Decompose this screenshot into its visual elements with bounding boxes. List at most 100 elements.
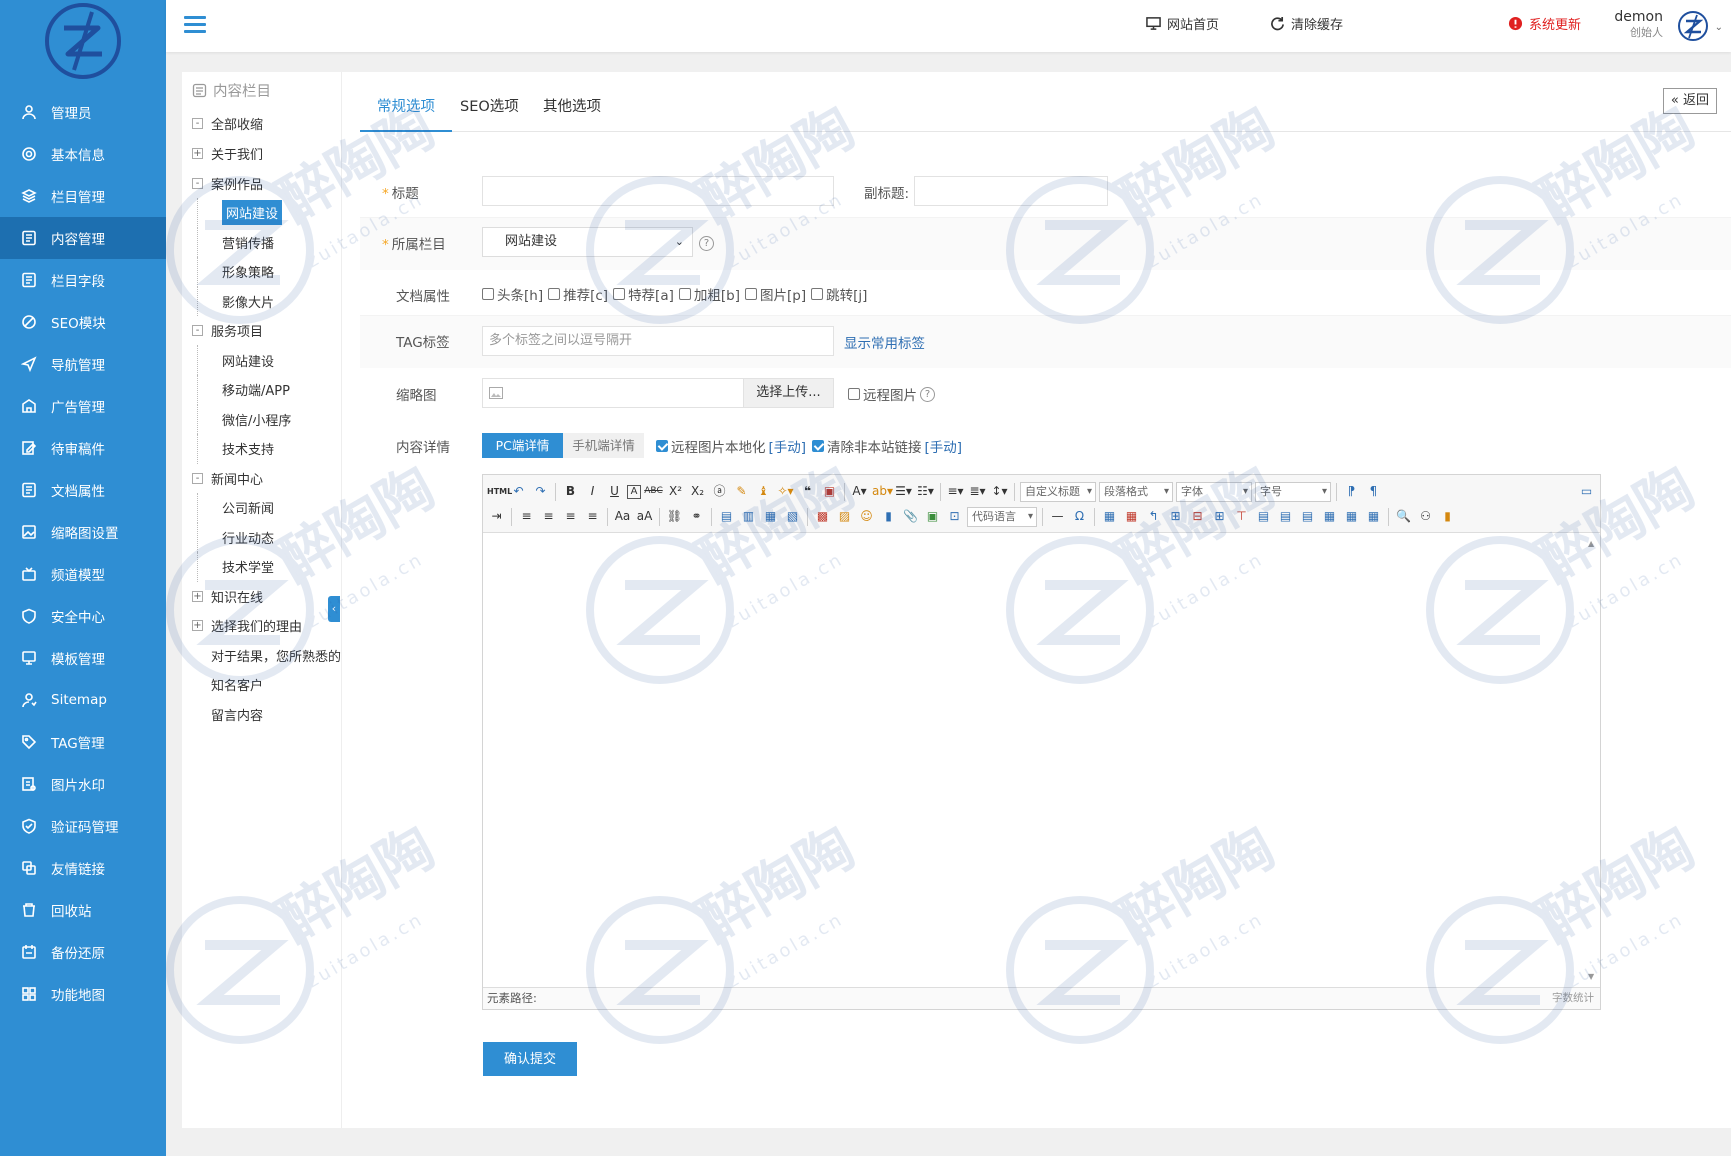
italic-icon[interactable]: I <box>583 482 602 501</box>
to-lowercase-icon[interactable]: aA <box>635 507 654 526</box>
merge-right-icon[interactable]: ▤ <box>1276 507 1295 526</box>
autotypeset-icon[interactable]: ⓐ <box>710 482 729 501</box>
sidebar-item-2[interactable]: 栏目管理 <box>0 175 166 217</box>
tree-item[interactable]: + 关于我们 <box>192 139 341 169</box>
localize-images-checkbox[interactable]: 远程图片本地化 [手动] <box>656 436 806 456</box>
tree-item[interactable]: - 服务项目 <box>192 316 341 346</box>
drafts-icon[interactable]: ▮ <box>1438 507 1457 526</box>
tree-item[interactable]: - 全部收缩 <box>192 108 341 139</box>
align-left-icon[interactable]: ≡ <box>517 507 536 526</box>
horizontal-rule-icon[interactable]: — <box>1048 507 1067 526</box>
format-brush-icon[interactable]: ♝ <box>754 482 773 501</box>
subtitle-input[interactable] <box>914 176 1108 206</box>
remote-image-checkbox[interactable]: 远程图片 <box>848 384 917 404</box>
tree-item[interactable]: 公司新闻 <box>192 492 341 523</box>
strikethrough-icon[interactable]: ABC <box>644 482 663 501</box>
multi-image-icon[interactable]: ▨ <box>835 507 854 526</box>
row-spacing-bottom-icon[interactable]: ≣▾ <box>968 482 987 501</box>
tree-item[interactable]: 留言内容 <box>192 700 341 730</box>
paste-plain-icon[interactable]: ▣ <box>820 482 839 501</box>
tree-item[interactable]: - 案例作品 <box>192 169 341 199</box>
collapse-tree-button[interactable]: ‹ <box>328 596 340 622</box>
font-color-icon[interactable]: A▾ <box>850 482 869 501</box>
tree-item[interactable]: 形象策略 <box>192 256 341 287</box>
sidebar-item-21[interactable]: 功能地图 <box>0 973 166 1015</box>
sidebar-item-17[interactable]: 验证码管理 <box>0 805 166 847</box>
user-info[interactable]: demon 创始人 <box>1614 9 1663 41</box>
collapse-icon[interactable]: - <box>192 325 203 337</box>
emoticon-icon[interactable]: ☺ <box>857 507 876 526</box>
ltr-icon[interactable]: ⁋ <box>1342 482 1361 501</box>
tree-item[interactable]: + 选择我们的理由 <box>192 611 341 641</box>
redo-icon[interactable]: ↷ <box>531 482 550 501</box>
sidebar-item-9[interactable]: 文档属性 <box>0 469 166 511</box>
attribute-checkbox[interactable]: 图片[p] <box>744 284 806 304</box>
title-input[interactable] <box>482 176 834 206</box>
image-center-icon[interactable]: ▧ <box>783 507 802 526</box>
image-right-icon[interactable]: ▦ <box>761 507 780 526</box>
delete-table-icon[interactable]: ▦ <box>1122 507 1141 526</box>
expand-icon[interactable]: + <box>192 620 203 632</box>
attribute-checkbox[interactable]: 推荐[c] <box>548 284 608 304</box>
fullscreen-icon[interactable]: ▭ <box>1577 482 1596 501</box>
paragraph-select[interactable]: 段落格式 <box>1099 481 1173 502</box>
tree-item[interactable]: 网站建设 <box>192 197 341 228</box>
delete-col-icon[interactable]: ⊤ <box>1232 507 1251 526</box>
unordered-list-icon[interactable]: ☷▾ <box>916 482 935 501</box>
collapse-icon[interactable]: - <box>192 177 203 189</box>
image-left-icon[interactable]: ▥ <box>739 507 758 526</box>
tag-input[interactable]: 多个标签之间以逗号隔开 <box>482 326 834 356</box>
align-justify-icon[interactable]: ≡ <box>583 507 602 526</box>
sidebar-item-4[interactable]: 栏目字段 <box>0 259 166 301</box>
back-button[interactable]: « 返回 <box>1662 88 1717 114</box>
merge-down-icon[interactable]: ▤ <box>1298 507 1317 526</box>
tree-item[interactable]: 影像大片 <box>192 286 341 317</box>
category-select[interactable]: 网站建设 ⌄ <box>482 227 693 257</box>
sidebar-item-0[interactable]: 管理员 <box>0 91 166 133</box>
tab-seo[interactable]: SEO选项 <box>443 92 536 132</box>
split-cells-icon[interactable]: ▦ <box>1320 507 1339 526</box>
custom-title-select[interactable]: 自定义标题 <box>1020 481 1096 502</box>
thumbnail-input[interactable] <box>482 378 744 408</box>
sidebar-item-20[interactable]: 备份还原 <box>0 931 166 973</box>
tab-pc-detail[interactable]: PC端详情 <box>482 433 563 458</box>
split-cols-icon[interactable]: ▦ <box>1364 507 1383 526</box>
align-right-icon[interactable]: ≡ <box>561 507 580 526</box>
preview-icon[interactable]: ⚇ <box>1416 507 1435 526</box>
search-icon[interactable]: 🔍 <box>1394 507 1413 526</box>
merge-cells-icon[interactable]: ▤ <box>1254 507 1273 526</box>
insert-row-icon[interactable]: ⊞ <box>1166 507 1185 526</box>
expand-icon[interactable]: + <box>192 148 203 160</box>
split-rows-icon[interactable]: ▦ <box>1342 507 1361 526</box>
site-home-link[interactable]: 网站首页 <box>1146 14 1219 33</box>
sidebar-item-13[interactable]: 模板管理 <box>0 637 166 679</box>
undo-icon[interactable]: ↶ <box>509 482 528 501</box>
avatar[interactable] <box>1677 10 1709 42</box>
tab-general[interactable]: 常规选项 <box>360 92 452 132</box>
tree-item[interactable]: 移动端/APP <box>192 374 341 405</box>
chevron-down-icon[interactable]: ⌄ <box>1715 22 1723 33</box>
attribute-checkbox[interactable]: 加粗[b] <box>678 284 740 304</box>
link-icon[interactable]: ⛓ <box>665 507 684 526</box>
tab-other[interactable]: 其他选项 <box>526 92 618 132</box>
sidebar-item-11[interactable]: 频道模型 <box>0 553 166 595</box>
expand-icon[interactable]: + <box>192 590 203 602</box>
eraser-icon[interactable]: ✎ <box>732 482 751 501</box>
sidebar-item-15[interactable]: TAG管理 <box>0 721 166 763</box>
tree-item[interactable]: 技术学堂 <box>192 551 341 582</box>
superscript-icon[interactable]: X² <box>666 482 685 501</box>
code-language-select[interactable]: 代码语言 <box>967 506 1037 527</box>
align-center-icon[interactable]: ≡ <box>539 507 558 526</box>
help-icon[interactable]: ? <box>920 387 935 402</box>
editor-scrollbar[interactable]: ▲ ▼ <box>1588 539 1598 981</box>
line-height-icon[interactable]: ↕▾ <box>990 482 1009 501</box>
attribute-checkbox[interactable]: 跳转[j] <box>811 284 867 304</box>
tab-mobile-detail[interactable]: 手机端详情 <box>563 433 644 458</box>
editor-content-area[interactable] <box>483 533 1600 987</box>
ordered-list-icon[interactable]: ☰▾ <box>894 482 913 501</box>
image-none-icon[interactable]: ▤ <box>717 507 736 526</box>
tree-item[interactable]: 对于结果，您所熟悉的 <box>192 641 341 671</box>
sidebar-item-14[interactable]: Sitemap <box>0 679 166 721</box>
insert-table-icon[interactable]: ▦ <box>1100 507 1119 526</box>
indent-icon[interactable]: ⇥ <box>487 507 506 526</box>
